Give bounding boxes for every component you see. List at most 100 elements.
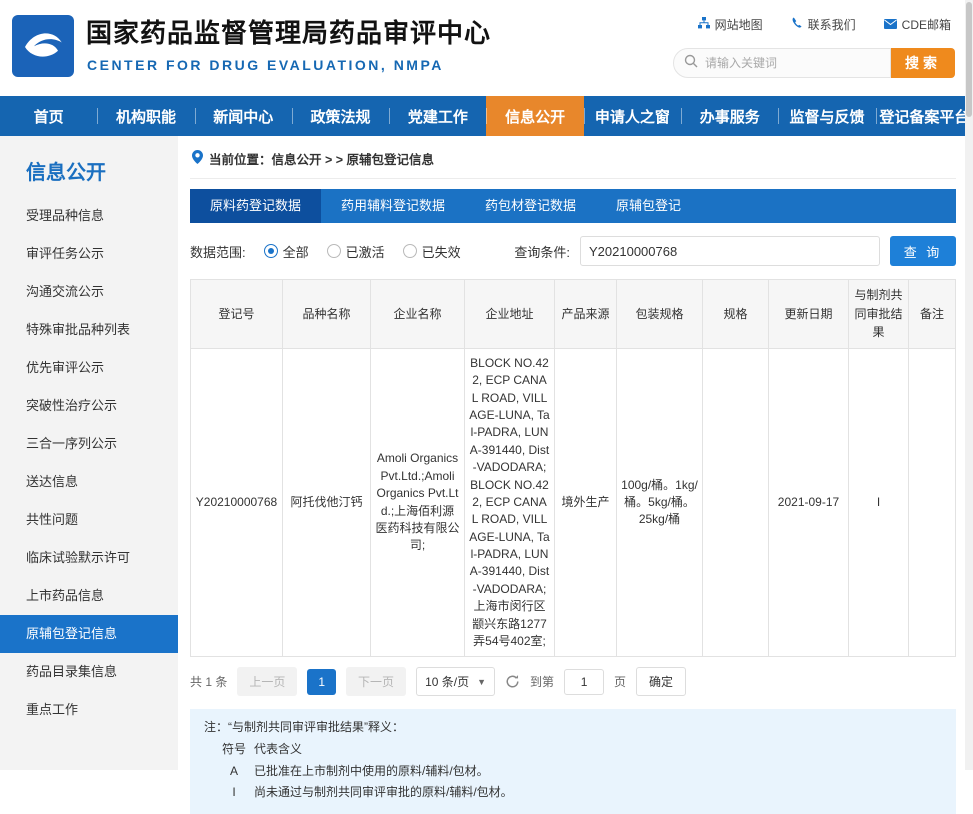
- sidebar-item-three-in-one[interactable]: 三合一序列公示: [0, 425, 178, 463]
- sidebar-item-priority-review[interactable]: 优先审评公示: [0, 349, 178, 387]
- cell-update-date: 2021-09-17: [769, 348, 849, 657]
- filter-row: 数据范围: 全部 已激活 已失效 查询条件: 查 询: [190, 236, 956, 266]
- header-utility-links: 网站地图 联系我们 CDE邮箱: [698, 16, 951, 33]
- cell-registration-no: Y20210000768: [191, 348, 283, 657]
- table-row[interactable]: Y20210000768 阿托伐他汀钙 Amoli Organics Pvt.L…: [191, 348, 956, 657]
- radio-activated[interactable]: 已激活: [327, 242, 385, 261]
- col-header-variety-name: 品种名称: [283, 280, 371, 349]
- breadcrumb: 当前位置：信息公开 > > 原辅包登记信息: [190, 136, 956, 179]
- search-input[interactable]: [705, 56, 865, 70]
- tab-api-registration[interactable]: 原料药登记数据: [190, 189, 321, 223]
- goto-page-input[interactable]: [564, 669, 604, 695]
- query-label: 查询条件:: [514, 242, 570, 261]
- note-symbol-header: 符号: [214, 739, 254, 761]
- prev-page-button[interactable]: 上一页: [237, 667, 297, 696]
- sidebar-item-clinical-trial-license[interactable]: 临床试验默示许可: [0, 539, 178, 577]
- nav-item-functions[interactable]: 机构职能: [97, 96, 194, 136]
- site-title-cn: 国家药品监督管理局药品审评中心: [86, 13, 491, 50]
- nav-item-registration-platform[interactable]: 登记备案平台: [876, 96, 973, 136]
- tab-raw-aux-pack[interactable]: 原辅包登记: [596, 189, 701, 223]
- cde-logo-swoosh-icon: [19, 20, 67, 73]
- col-header-company-address: 企业地址: [465, 280, 555, 349]
- query-button[interactable]: 查 询: [890, 236, 956, 266]
- total-count: 共 1 条: [190, 673, 227, 690]
- note-meaning-header: 代表含义: [254, 739, 302, 761]
- nav-item-party[interactable]: 党建工作: [389, 96, 486, 136]
- sidebar-item-communication[interactable]: 沟通交流公示: [0, 273, 178, 311]
- radio-activated-label: 已激活: [346, 242, 385, 261]
- search-input-wrap: [673, 48, 891, 78]
- sidebar-item-special-approval[interactable]: 特殊审批品种列表: [0, 311, 178, 349]
- note-row-a: A 已批准在上市制剂中使用的原料/辅料/包材。: [204, 761, 942, 783]
- sitemap-icon: [698, 17, 710, 32]
- refresh-icon[interactable]: [505, 674, 520, 689]
- col-header-company-name: 企业名称: [371, 280, 465, 349]
- sidebar-item-key-work[interactable]: 重点工作: [0, 691, 178, 729]
- cde-mail-link-label: CDE邮箱: [902, 16, 951, 33]
- sitemap-link[interactable]: 网站地图: [698, 16, 763, 33]
- note-symbol-i: I: [214, 782, 254, 804]
- sidebar-item-common-issues[interactable]: 共性问题: [0, 501, 178, 539]
- sidebar-item-delivery-info[interactable]: 送达信息: [0, 463, 178, 501]
- search-button[interactable]: 搜索: [891, 48, 955, 78]
- page-size-select[interactable]: 10 条/页 ▼: [416, 667, 495, 696]
- location-pin-icon: [192, 150, 203, 167]
- cell-product-origin: 境外生产: [555, 348, 617, 657]
- confirm-button[interactable]: 确定: [636, 667, 686, 696]
- radio-all-label: 全部: [283, 242, 309, 261]
- col-header-remark: 备注: [909, 280, 956, 349]
- current-page-button[interactable]: 1: [307, 669, 336, 695]
- radio-expired[interactable]: 已失效: [403, 242, 461, 261]
- radio-all-circle[interactable]: [264, 244, 278, 258]
- cde-logo[interactable]: [12, 15, 74, 77]
- col-header-spec: 规格: [703, 280, 769, 349]
- contact-link-label: 联系我们: [808, 16, 856, 33]
- tab-excipient-registration[interactable]: 药用辅料登记数据: [321, 189, 465, 223]
- contact-link[interactable]: 联系我们: [791, 16, 856, 33]
- nav-item-feedback[interactable]: 监督与反馈: [778, 96, 875, 136]
- nav-item-info-disclosure[interactable]: 信息公开: [486, 96, 583, 136]
- breadcrumb-text: 当前位置：信息公开 > > 原辅包登记信息: [209, 149, 434, 168]
- sidebar-item-accepted-varieties[interactable]: 受理品种信息: [0, 197, 178, 235]
- page-size-value: 10 条/页: [425, 673, 469, 690]
- next-page-button[interactable]: 下一页: [346, 667, 406, 696]
- nav-item-news[interactable]: 新闻中心: [195, 96, 292, 136]
- site-header: 国家药品监督管理局药品审评中心 CENTER FOR DRUG EVALUATI…: [0, 0, 973, 96]
- page-scrollbar[interactable]: [965, 0, 973, 770]
- radio-expired-circle[interactable]: [403, 244, 417, 258]
- scope-label: 数据范围:: [190, 242, 246, 261]
- sidebar-item-drug-catalog[interactable]: 药品目录集信息: [0, 653, 178, 691]
- site-title-en: CENTER FOR DRUG EVALUATION, NMPA: [87, 57, 444, 73]
- radio-activated-circle[interactable]: [327, 244, 341, 258]
- cde-mail-link[interactable]: CDE邮箱: [884, 16, 951, 33]
- query-input[interactable]: [580, 236, 880, 266]
- col-header-registration-no: 登记号: [191, 280, 283, 349]
- tab-packaging-registration[interactable]: 药包材登记数据: [465, 189, 596, 223]
- nav-item-home[interactable]: 首页: [0, 96, 97, 136]
- scope-group: 数据范围: 全部 已激活 已失效: [190, 242, 461, 261]
- table-header-row: 登记号 品种名称 企业名称 企业地址 产品来源 包装规格 规格 更新日期 与制剂…: [191, 280, 956, 349]
- pagination: 共 1 条 上一页 1 下一页 10 条/页 ▼ 到第 页 确定: [190, 667, 956, 696]
- main-content: 当前位置：信息公开 > > 原辅包登记信息 原料药登记数据 药用辅料登记数据 药…: [178, 136, 973, 770]
- nav-item-policy[interactable]: 政策法规: [292, 96, 389, 136]
- page-body: 信息公开 受理品种信息 审评任务公示 沟通交流公示 特殊审批品种列表 优先审评公…: [0, 136, 973, 770]
- search-icon: [684, 54, 698, 73]
- sidebar-item-marketed-drugs[interactable]: 上市药品信息: [0, 577, 178, 615]
- sidebar-item-review-tasks[interactable]: 审评任务公示: [0, 235, 178, 273]
- cell-company-name: Amoli Organics Pvt.Ltd.;Amoli Organics P…: [371, 348, 465, 657]
- note-header-row: 符号 代表含义: [204, 739, 942, 761]
- cell-company-address: BLOCK NO.422, ECP CANAL ROAD, VILLAGE-LU…: [465, 348, 555, 657]
- note-meaning-a: 已批准在上市制剂中使用的原料/辅料/包材。: [254, 761, 489, 783]
- goto-unit: 页: [614, 673, 626, 690]
- radio-all[interactable]: 全部: [264, 242, 309, 261]
- nav-item-applicant[interactable]: 申请人之窗: [584, 96, 681, 136]
- nav-item-services[interactable]: 办事服务: [681, 96, 778, 136]
- cell-spec: [703, 348, 769, 657]
- sidebar-item-breakthrough-therapy[interactable]: 突破性治疗公示: [0, 387, 178, 425]
- sidebar-item-raw-material-registration[interactable]: 原辅包登记信息: [0, 615, 178, 653]
- sidebar-title: 信息公开: [0, 136, 178, 197]
- col-header-joint-review-result: 与制剂共同审批结果: [849, 280, 909, 349]
- page-scrollbar-thumb[interactable]: [966, 2, 972, 117]
- radio-expired-label: 已失效: [422, 242, 461, 261]
- note-title: 注：“与制剂共同审评审批结果”释义：: [204, 717, 942, 739]
